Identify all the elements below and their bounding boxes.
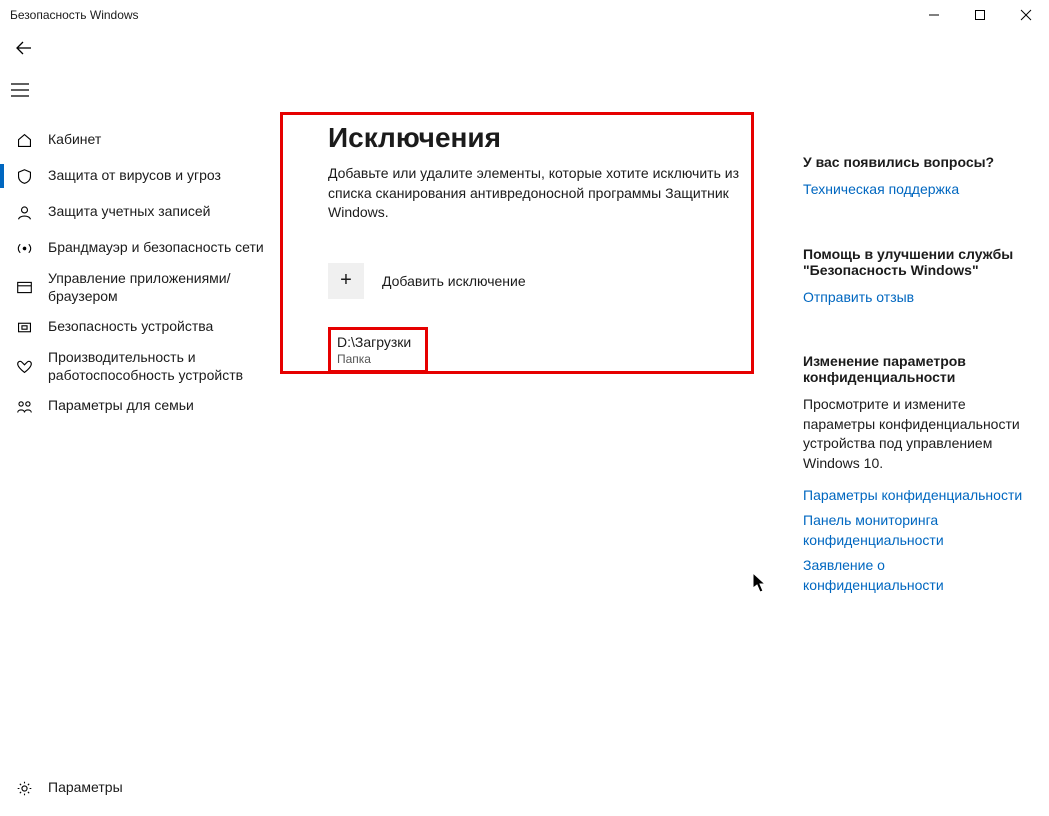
sidebar-item-app-browser[interactable]: Управление приложениями/браузером	[0, 266, 280, 309]
sidebar-item-settings[interactable]: Параметры	[0, 770, 280, 806]
window-controls	[911, 0, 1049, 30]
sidebar-item-performance[interactable]: Производительность и работоспособность у…	[0, 345, 280, 388]
privacy-heading: Изменение параметров конфиденциальности	[803, 353, 1029, 385]
sidebar-item-firewall[interactable]: Брандмауэр и безопасность сети	[0, 230, 280, 266]
sidebar-item-label: Защита учетных записей	[48, 203, 210, 221]
exclusion-type: Папка	[337, 352, 419, 366]
chip-icon	[14, 319, 34, 336]
sidebar-item-label: Управление приложениями/браузером	[48, 270, 280, 305]
add-exclusion-row[interactable]: + Добавить исключение	[328, 263, 773, 299]
sidebar-item-label: Производительность и работоспособность у…	[48, 349, 280, 384]
shield-icon	[14, 168, 34, 185]
plus-icon[interactable]: +	[328, 263, 364, 299]
sidebar-item-label: Параметры	[48, 779, 123, 797]
exclusion-item[interactable]: D:\Загрузки Папка	[328, 327, 428, 373]
main-content: Исключения Добавьте или удалите элементы…	[280, 66, 793, 816]
privacy-dashboard-link[interactable]: Панель мониторинга конфиденциальности	[803, 511, 1029, 550]
close-button[interactable]	[1003, 0, 1049, 30]
sidebar-item-label: Параметры для семьи	[48, 397, 194, 415]
exclusion-path: D:\Загрузки	[337, 334, 419, 350]
window-icon	[14, 279, 34, 296]
tech-support-link[interactable]: Техническая поддержка	[803, 180, 1029, 200]
privacy-statement-link[interactable]: Заявление о конфиденциальности	[803, 556, 1029, 595]
right-panel: У вас появились вопросы? Техническая под…	[793, 66, 1049, 816]
sidebar-item-label: Защита от вирусов и угроз	[48, 167, 221, 185]
sidebar-item-home[interactable]: Кабинет	[0, 122, 280, 158]
sidebar-item-family[interactable]: Параметры для семьи	[0, 388, 280, 424]
sidebar-item-label: Кабинет	[48, 131, 101, 149]
sidebar-item-label: Брандмауэр и безопасность сети	[48, 239, 264, 257]
person-icon	[14, 204, 34, 221]
home-icon	[14, 132, 34, 149]
back-button[interactable]	[12, 36, 36, 60]
privacy-text: Просмотрите и измените параметры конфиде…	[803, 395, 1029, 473]
sidebar-item-device-security[interactable]: Безопасность устройства	[0, 309, 280, 345]
help-heading: Помощь в улучшении службы "Безопасность …	[803, 246, 1029, 278]
privacy-settings-link[interactable]: Параметры конфиденциальности	[803, 486, 1029, 506]
sidebar-item-virus-protection[interactable]: Защита от вирусов и угроз	[0, 158, 280, 194]
hamburger-button[interactable]	[0, 72, 40, 108]
back-row	[0, 30, 1049, 66]
sidebar: Кабинет Защита от вирусов и угроз Защита…	[0, 66, 280, 816]
page-description: Добавьте или удалите элементы, которые х…	[328, 164, 758, 223]
minimize-button[interactable]	[911, 0, 957, 30]
sidebar-item-account-protection[interactable]: Защита учетных записей	[0, 194, 280, 230]
add-exclusion-label: Добавить исключение	[382, 273, 526, 289]
questions-heading: У вас появились вопросы?	[803, 154, 1029, 170]
maximize-button[interactable]	[957, 0, 1003, 30]
sidebar-item-label: Безопасность устройства	[48, 318, 213, 336]
family-icon	[14, 398, 34, 415]
antenna-icon	[14, 240, 34, 257]
send-feedback-link[interactable]: Отправить отзыв	[803, 288, 1029, 308]
page-title: Исключения	[328, 66, 773, 154]
window-title: Безопасность Windows	[10, 8, 139, 22]
heart-icon	[14, 358, 34, 375]
gear-icon	[14, 780, 34, 797]
title-bar: Безопасность Windows	[0, 0, 1049, 30]
